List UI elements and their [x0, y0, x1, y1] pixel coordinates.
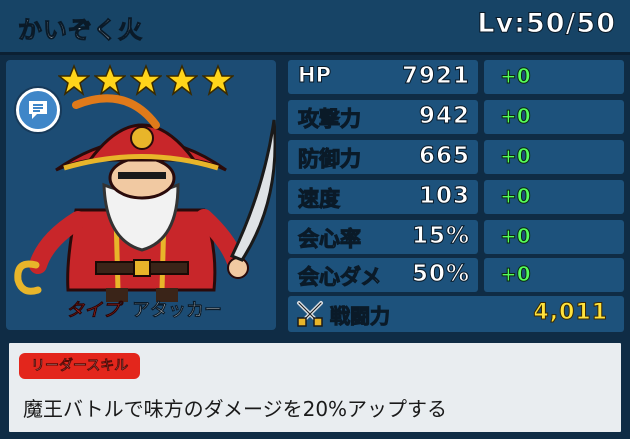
- type-label: タイプ: [66, 300, 121, 322]
- stat-row-defense: 防御力 665 +0: [284, 140, 630, 174]
- stat-bonus: +0: [500, 64, 532, 89]
- stat-value: 7921: [401, 63, 470, 90]
- chat-button[interactable]: [16, 88, 60, 132]
- leader-skill-panel: リーダースキル 魔王バトルで味方のダメージを20%アップする: [6, 340, 624, 435]
- stat-value: 942: [418, 103, 470, 130]
- character-name: かいぞく火: [18, 16, 143, 45]
- portrait-panel: タイプ アタッカー: [6, 60, 276, 330]
- stat-label: 速度: [298, 187, 341, 212]
- combat-power-label: 戦闘力: [330, 304, 391, 329]
- stat-value: 103: [418, 183, 470, 210]
- combat-power-value: 4,011: [533, 300, 608, 326]
- stat-label: 防御力: [298, 147, 362, 172]
- stat-bonus: +0: [500, 144, 532, 169]
- stat-bonus: +0: [500, 104, 532, 129]
- stat-label: 攻撃力: [298, 107, 362, 132]
- combat-power-row: 戦闘力 4,011: [288, 296, 624, 332]
- stat-row-hp: HP 7921 +0: [284, 60, 630, 94]
- stat-value: 15%: [411, 223, 470, 250]
- stat-bonus: +0: [500, 184, 532, 209]
- level-indicator: Lv:50/50: [477, 8, 616, 40]
- character-type: タイプ アタッカー: [66, 296, 223, 322]
- chat-icon: [29, 101, 47, 119]
- stat-label: HP: [298, 63, 332, 88]
- crossed-swords-icon: [297, 301, 323, 327]
- stat-bonus: +0: [500, 262, 532, 287]
- stat-row-attack: 攻撃力 942 +0: [284, 100, 630, 134]
- stat-value: 50%: [411, 261, 470, 288]
- stat-bonus: +0: [500, 224, 532, 249]
- leader-skill-description: 魔王バトルで味方のダメージを20%アップする: [23, 397, 448, 421]
- leader-skill-tag: リーダースキル: [19, 353, 141, 379]
- stat-label: 会心率: [298, 227, 362, 252]
- stat-value: 665: [418, 143, 470, 170]
- stat-row-crit-rate: 会心率 15% +0: [284, 220, 630, 254]
- stat-row-crit-damage: 会心ダメ 50% +0: [284, 258, 630, 292]
- stat-label: 会心ダメ: [297, 265, 382, 290]
- header-bar: かいぞく火 Lv:50/50: [0, 0, 630, 55]
- stat-row-speed: 速度 103 +0: [284, 180, 630, 214]
- type-value: アタッカー: [132, 300, 223, 322]
